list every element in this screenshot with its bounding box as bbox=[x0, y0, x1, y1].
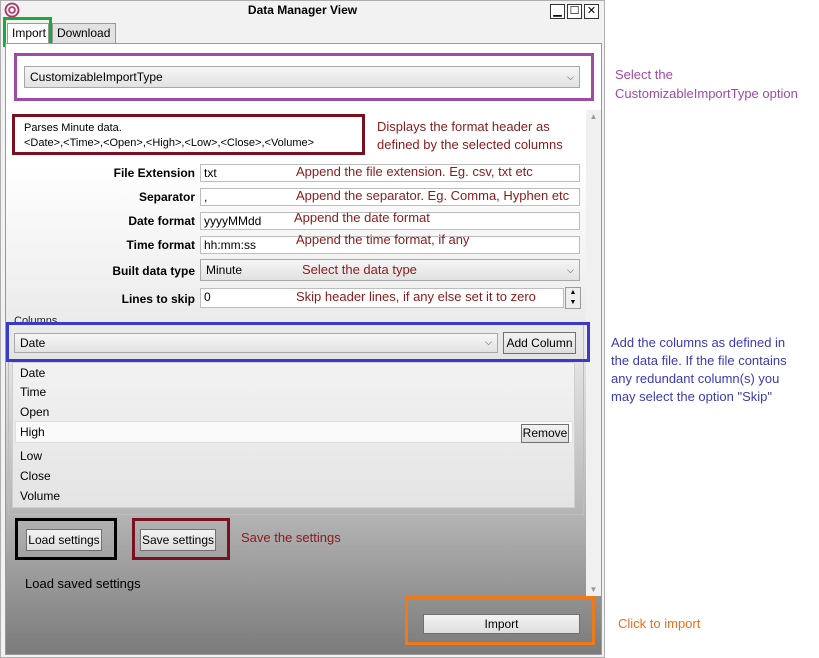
window-title: Data Manager View bbox=[247, 3, 358, 17]
columns-highlight bbox=[6, 322, 590, 362]
scroll-down-icon[interactable]: ▼ bbox=[586, 585, 601, 594]
save-settings-highlight bbox=[132, 518, 230, 560]
built-data-type-value: Minute bbox=[206, 263, 243, 277]
time-format-note: Append the time format, if any bbox=[296, 232, 470, 247]
separator-label: Separator bbox=[138, 190, 195, 204]
list-item[interactable]: Volume bbox=[20, 489, 60, 503]
load-note: Load saved settings bbox=[25, 576, 141, 591]
list-item[interactable]: Open bbox=[20, 405, 49, 419]
lines-to-skip-label: Lines to skip bbox=[121, 292, 195, 306]
select-option-note-line2: CustomizableImportType option bbox=[615, 86, 798, 101]
list-item[interactable]: Time bbox=[20, 385, 46, 399]
format-header-highlight bbox=[12, 114, 365, 155]
header-note-line1: Displays the format header as bbox=[377, 119, 550, 134]
stepper-down-icon[interactable]: ▼ bbox=[566, 298, 580, 308]
separator-note: Append the separator. Eg. Comma, Hyphen … bbox=[296, 188, 570, 203]
minimize-button[interactable]: ▁ bbox=[550, 4, 565, 19]
maximize-button[interactable]: ☐ bbox=[567, 4, 582, 19]
time-format-label: Time format bbox=[126, 238, 195, 252]
file-extension-note: Append the file extension. Eg. csv, txt … bbox=[296, 164, 533, 179]
columns-note-line3: any redundant column(s) you bbox=[611, 371, 780, 386]
columns-note-line1: Add the columns as defined in bbox=[611, 335, 786, 350]
columns-note-line4: may select the option "Skip" bbox=[611, 389, 772, 404]
skip-note: Skip header lines, if any else set it to… bbox=[296, 289, 536, 304]
select-option-note-line1: Select the bbox=[615, 67, 673, 82]
chevron-down-icon: ⌵ bbox=[567, 265, 574, 275]
import-button-highlight bbox=[405, 596, 595, 645]
columns-note-line2: the data file. If the file contains bbox=[611, 353, 787, 368]
selected-list-row[interactable] bbox=[15, 421, 573, 443]
list-item[interactable]: Close bbox=[20, 469, 51, 483]
remove-column-button[interactable]: Remove bbox=[521, 424, 569, 443]
close-button[interactable]: ✕ bbox=[584, 4, 599, 19]
date-format-note: Append the date format bbox=[294, 210, 430, 225]
data-type-note: Select the data type bbox=[302, 262, 417, 277]
header-note-line2: defined by the selected columns bbox=[377, 137, 563, 152]
list-item[interactable]: Low bbox=[20, 449, 42, 463]
tab-download[interactable]: Download bbox=[52, 23, 116, 43]
built-data-type-label: Built data type bbox=[112, 264, 195, 278]
date-format-label: Date format bbox=[128, 214, 195, 228]
list-item[interactable]: High bbox=[20, 425, 45, 439]
stepper-up-icon[interactable]: ▲ bbox=[566, 288, 580, 298]
file-extension-label: File Extension bbox=[113, 166, 195, 180]
list-item[interactable]: Date bbox=[20, 366, 45, 380]
import-note: Click to import bbox=[618, 616, 701, 631]
scroll-up-icon[interactable]: ▲ bbox=[586, 112, 601, 121]
load-settings-highlight bbox=[15, 518, 117, 560]
lines-to-skip-stepper[interactable]: ▲ ▼ bbox=[565, 287, 581, 309]
save-note: Save the settings bbox=[241, 530, 341, 545]
import-type-highlight bbox=[14, 53, 594, 101]
